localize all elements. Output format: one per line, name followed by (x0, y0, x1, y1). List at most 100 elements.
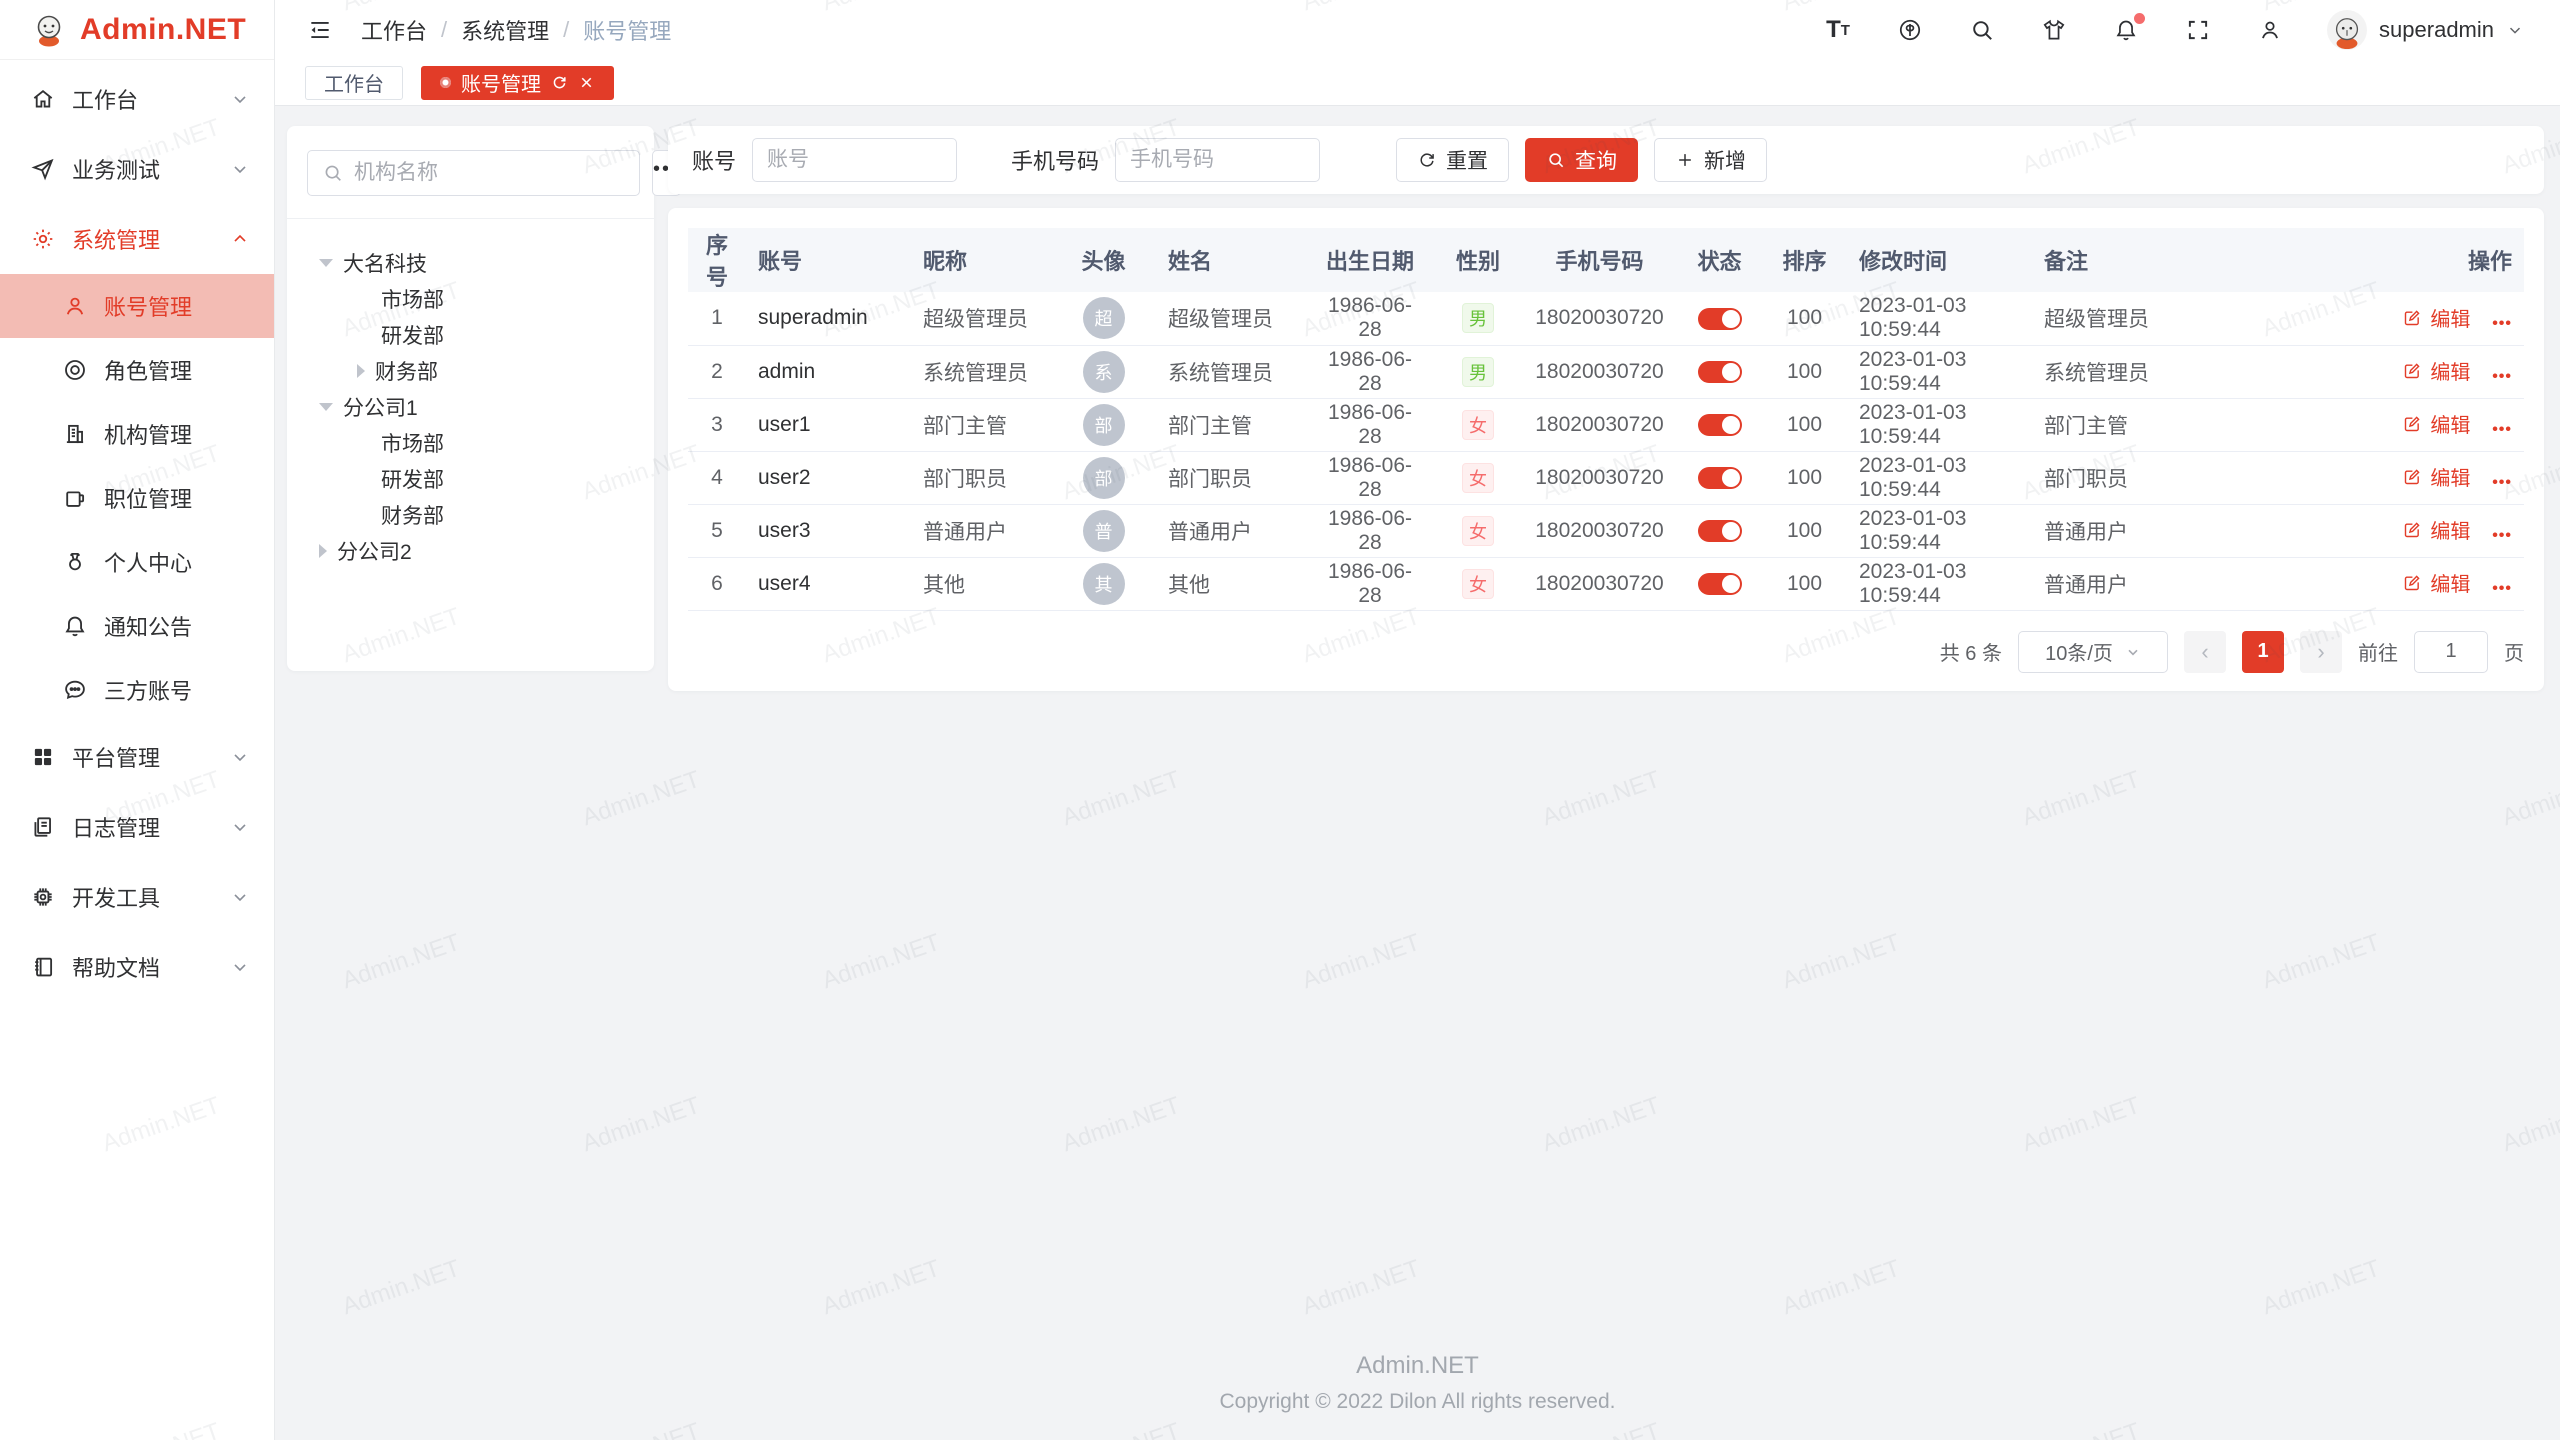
tree-node[interactable]: 市场部 (297, 281, 644, 317)
goto-label: 前往 (2358, 637, 2398, 666)
org-search-input[interactable] (354, 161, 625, 185)
logo[interactable]: Admin.NET (0, 0, 274, 60)
column-header: 昵称 (911, 228, 1051, 292)
add-button[interactable]: 新增 (1654, 138, 1767, 182)
translate-icon[interactable] (1895, 15, 1925, 45)
row-more-button[interactable]: ••• (2492, 474, 2512, 491)
avatar: 部 (1083, 457, 1125, 499)
cell-account: user1 (746, 398, 911, 451)
avatar: 部 (1083, 404, 1125, 446)
cell-account: user4 (746, 557, 911, 610)
sidebar-item-system-mgmt[interactable]: 系统管理 (0, 204, 274, 274)
row-more-button[interactable]: ••• (2492, 580, 2512, 597)
sidebar-item-third-party[interactable]: 三方账号 (0, 658, 274, 722)
tree-node[interactable]: 研发部 (297, 461, 644, 497)
tree-node[interactable]: 财务部 (297, 497, 644, 533)
prev-page-button[interactable]: ‹ (2184, 631, 2226, 673)
row-more-button[interactable]: ••• (2492, 315, 2512, 332)
cell-phone: 18020030720 (1522, 398, 1677, 451)
table-row: 3 user1 部门主管 部 部门主管 1986-06-28 女 1802003… (688, 398, 2524, 451)
cell-status (1677, 557, 1762, 610)
search-button[interactable]: 查询 (1525, 138, 1638, 182)
edit-button[interactable]: 编辑 (2402, 462, 2470, 491)
sidebar-item-role-mgmt[interactable]: 角色管理 (0, 338, 274, 402)
notification-icon[interactable] (2111, 15, 2141, 45)
cell-order: 100 (1762, 557, 1847, 610)
tree-node[interactable]: 市场部 (297, 425, 644, 461)
refresh-icon[interactable] (551, 74, 568, 91)
sidebar: Admin.NET 工作台 业务测试 系统管理 账号管理 角色管理 机构管理 职… (0, 0, 275, 1440)
status-toggle[interactable] (1698, 414, 1742, 436)
row-more-button[interactable]: ••• (2492, 368, 2512, 385)
sidebar-item-dev-tools[interactable]: 开发工具 (0, 862, 274, 932)
breadcrumb-item[interactable]: 系统管理 (461, 14, 549, 46)
user-menu[interactable]: superadmin (2327, 10, 2524, 50)
tree-node[interactable]: 研发部 (297, 317, 644, 353)
position-icon (62, 485, 88, 511)
sidebar-item-notice[interactable]: 通知公告 (0, 594, 274, 658)
tab-label: 工作台 (324, 68, 384, 97)
profile-icon[interactable] (2255, 15, 2285, 45)
sidebar-item-platform-mgmt[interactable]: 平台管理 (0, 722, 274, 792)
status-toggle[interactable] (1698, 520, 1742, 542)
edit-button[interactable]: 编辑 (2402, 303, 2470, 332)
tree-node[interactable]: 分公司1 (297, 389, 644, 425)
tree-node[interactable]: 分公司2 (297, 533, 644, 569)
goto-page-input[interactable] (2414, 631, 2488, 673)
next-page-button[interactable]: › (2300, 631, 2342, 673)
cell-nickname: 部门职员 (911, 451, 1051, 504)
status-toggle[interactable] (1698, 361, 1742, 383)
edit-button[interactable]: 编辑 (2402, 515, 2470, 544)
page-size-value: 10条/页 (2045, 637, 2113, 666)
table-body: 1 superadmin 超级管理员 超 超级管理员 1986-06-28 男 … (688, 292, 2524, 610)
cell-order: 100 (1762, 451, 1847, 504)
cell-order: 100 (1762, 292, 1847, 345)
tree-node[interactable]: 财务部 (297, 353, 644, 389)
cell-modified-time: 2023-01-03 10:59:44 (1847, 557, 2032, 610)
sidebar-item-log-mgmt[interactable]: 日志管理 (0, 792, 274, 862)
tab-workbench[interactable]: 工作台 (305, 66, 403, 100)
tree-node[interactable]: 大名科技 (297, 245, 644, 281)
page-size-select[interactable]: 10条/页 (2018, 631, 2168, 673)
sidebar-item-personal-center[interactable]: 个人中心 (0, 530, 274, 594)
top-navbar: 工作台 / 系统管理 / 账号管理 TT (275, 0, 2560, 60)
sidebar-item-org-mgmt[interactable]: 机构管理 (0, 402, 274, 466)
fullscreen-icon[interactable] (2183, 15, 2213, 45)
tree-node-label: 研发部 (381, 464, 444, 494)
reset-button[interactable]: 重置 (1396, 138, 1509, 182)
row-more-button[interactable]: ••• (2492, 527, 2512, 544)
edit-button[interactable]: 编辑 (2402, 568, 2470, 597)
tab-account-mgmt[interactable]: 账号管理 (421, 66, 614, 100)
search-icon[interactable] (1967, 15, 1997, 45)
chip-icon (30, 884, 56, 910)
breadcrumb-item[interactable]: 工作台 (361, 14, 427, 46)
status-toggle[interactable] (1698, 308, 1742, 330)
status-toggle[interactable] (1698, 467, 1742, 489)
tree-node-label: 市场部 (381, 284, 444, 314)
cell-modified-time: 2023-01-03 10:59:44 (1847, 292, 2032, 345)
row-more-button[interactable]: ••• (2492, 421, 2512, 438)
sidebar-item-position-mgmt[interactable]: 职位管理 (0, 466, 274, 530)
page-number-current[interactable]: 1 (2242, 631, 2284, 673)
theme-icon[interactable] (2039, 15, 2069, 45)
font-size-icon[interactable]: TT (1823, 15, 1853, 45)
status-toggle[interactable] (1698, 573, 1742, 595)
sidebar-item-label: 帮助文档 (72, 951, 214, 983)
sidebar-item-business-test[interactable]: 业务测试 (0, 134, 274, 204)
phone-input[interactable] (1115, 138, 1320, 182)
edit-button[interactable]: 编辑 (2402, 356, 2470, 385)
menu-fold-icon[interactable] (305, 15, 335, 45)
cell-name: 部门主管 (1156, 398, 1306, 451)
sidebar-item-workbench[interactable]: 工作台 (0, 64, 274, 134)
sidebar-item-label: 业务测试 (72, 153, 214, 185)
close-icon[interactable] (578, 74, 595, 91)
breadcrumb-item-current: 账号管理 (583, 14, 671, 46)
query-form: 账号 手机号码 重置 查询 (668, 126, 2544, 194)
cell-phone: 18020030720 (1522, 451, 1677, 504)
cell-index: 4 (688, 451, 746, 504)
sidebar-item-account-mgmt[interactable]: 账号管理 (0, 274, 274, 338)
logo-title: Admin.NET (80, 13, 246, 47)
sidebar-item-help-docs[interactable]: 帮助文档 (0, 932, 274, 1002)
edit-button[interactable]: 编辑 (2402, 409, 2470, 438)
account-input[interactable] (752, 138, 957, 182)
